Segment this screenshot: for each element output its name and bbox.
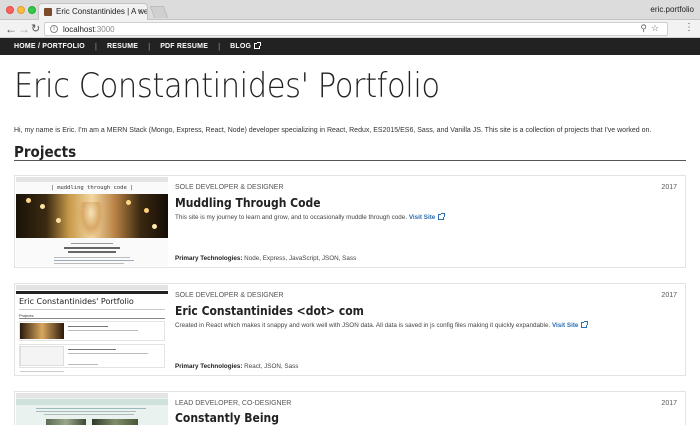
project-title: Constantly Being: [175, 411, 279, 425]
forward-arrow-icon[interactable]: →: [18, 21, 30, 37]
nav-resume[interactable]: RESUME: [107, 43, 138, 50]
back-arrow-icon[interactable]: ←: [5, 21, 17, 37]
address-bar-icons: ⚲☆: [640, 23, 663, 34]
close-window-button[interactable]: [6, 6, 14, 14]
nav-separator: |: [94, 42, 97, 51]
project-year: 2017: [661, 184, 677, 191]
browser-titlebar: Eric Constantinides | A web ap × eric.po…: [0, 0, 700, 20]
project-card: LEAD DEVELOPER, CO-DESIGNER 2017 Constan…: [14, 391, 686, 425]
nav-blog-label: BLOG: [230, 43, 252, 50]
project-role: SOLE DEVELOPER & DESIGNER: [175, 184, 284, 191]
external-link-icon: [438, 213, 446, 220]
project-description: This site is my journey to learn and gro…: [175, 213, 446, 221]
reload-icon[interactable]: ↻: [31, 21, 40, 37]
project-thumbnail[interactable]: | muddling through code |: [16, 177, 168, 266]
project-thumbnail[interactable]: Eric Constantinides' Portfolio Projects: [16, 285, 168, 374]
url-port: :3000: [94, 25, 115, 34]
project-title: Eric Constantinides <dot> com: [175, 304, 364, 318]
thumb-browser-bar: [16, 177, 168, 182]
maximize-window-button[interactable]: [28, 6, 36, 14]
project-thumbnail[interactable]: [16, 393, 168, 425]
nav-home-portfolio[interactable]: HOME / PORTFOLIO: [14, 43, 85, 50]
thumb-browser-bar: [16, 393, 168, 398]
projects-divider: [14, 160, 686, 161]
project-card: Eric Constantinides' Portfolio Projects …: [14, 283, 686, 376]
info-icon[interactable]: i: [50, 25, 58, 33]
page-title: Eric Constantinides' Portfolio: [14, 66, 440, 106]
address-bar[interactable]: i localhost:3000 ⚲☆: [44, 22, 668, 36]
projects-heading: Projects: [14, 143, 77, 161]
nav-blog[interactable]: BLOG: [230, 42, 262, 50]
site-navbar: HOME / PORTFOLIO | RESUME | PDF RESUME |…: [0, 38, 700, 55]
thumb-caption: Eric Constantinides' Portfolio: [19, 297, 134, 306]
thumb-hero-image: [16, 194, 168, 238]
tech-label: Primary Technologies:: [175, 363, 243, 370]
thumb-browser-bar: [16, 285, 168, 290]
search-icon[interactable]: ⚲: [640, 23, 651, 33]
nav-separator: |: [218, 42, 221, 51]
bookmark-star-icon[interactable]: ☆: [651, 23, 663, 33]
project-year: 2017: [661, 292, 677, 299]
visit-site-link[interactable]: Visit Site: [551, 321, 589, 329]
browser-toolbar: ← → ↻ i localhost:3000 ⚲☆ ⋮: [0, 20, 700, 38]
project-description: Created in React which makes it snappy a…: [175, 321, 589, 329]
tech-label: Primary Technologies:: [175, 255, 243, 262]
project-card: | muddling through code | SOLE DEVELOPER…: [14, 175, 686, 268]
thumb-navbar: [16, 291, 168, 294]
project-description-text: Created in React which makes it snappy a…: [175, 322, 551, 329]
external-link-icon: [581, 321, 589, 328]
close-tab-icon[interactable]: ×: [138, 6, 143, 16]
favicon-icon: [44, 8, 52, 16]
project-title: Muddling Through Code: [175, 196, 321, 210]
thumb-caption: | muddling through code |: [50, 185, 134, 191]
project-technologies: Primary Technologies: React, JSON, Sass: [175, 363, 298, 370]
thumb-navbar: [16, 399, 168, 405]
browser-tab[interactable]: Eric Constantinides | A web ap ×: [38, 3, 148, 20]
browser-menu-icon[interactable]: ⋮: [684, 22, 694, 33]
project-role: LEAD DEVELOPER, CO-DESIGNER: [175, 400, 292, 407]
tech-list: React, JSON, Sass: [244, 363, 299, 370]
project-technologies: Primary Technologies: Node, Express, Jav…: [175, 255, 356, 262]
nav-separator: |: [148, 42, 151, 51]
minimize-window-button[interactable]: [17, 6, 25, 14]
visit-site-link[interactable]: Visit Site: [408, 213, 446, 221]
new-tab-button[interactable]: [149, 6, 169, 18]
tab-title: Eric Constantinides | A web ap: [56, 7, 148, 16]
tech-list: Node, Express, JavaScript, JSON, Sass: [244, 255, 357, 262]
visit-site-label: Visit Site: [551, 322, 579, 329]
profile-name[interactable]: eric.portfolio: [650, 5, 694, 14]
external-link-icon: [254, 42, 262, 49]
intro-text: Hi, my name is Eric. I'm am a MERN Stack…: [14, 127, 652, 134]
nav-pdf-resume[interactable]: PDF RESUME: [160, 43, 208, 50]
url-host: localhost: [63, 25, 95, 34]
project-role: SOLE DEVELOPER & DESIGNER: [175, 292, 284, 299]
project-description-text: This site is my journey to learn and gro…: [175, 214, 408, 221]
project-year: 2017: [661, 400, 677, 407]
visit-site-label: Visit Site: [408, 214, 436, 221]
